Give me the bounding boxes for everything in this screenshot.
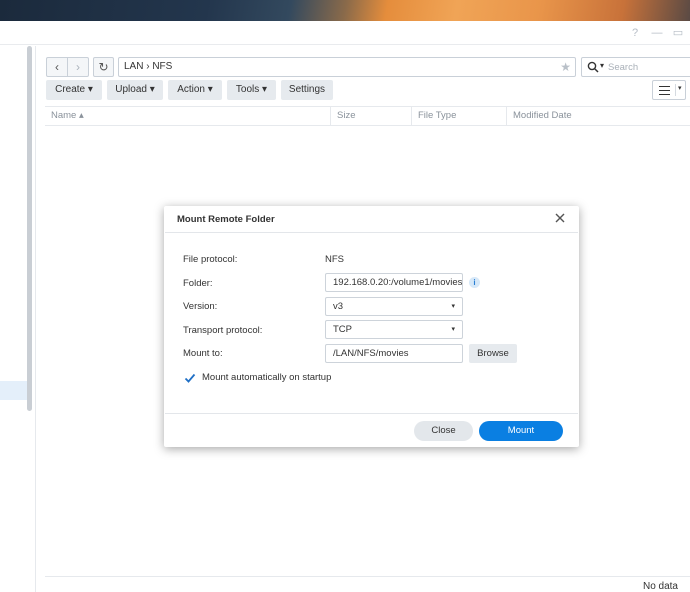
- star-icon[interactable]: ★: [560, 60, 571, 74]
- mount-button[interactable]: Mount: [479, 421, 563, 441]
- status-text: No data: [642, 581, 678, 592]
- refresh-button[interactable]: ↻: [93, 57, 114, 77]
- refresh-icon: ↻: [98, 60, 109, 74]
- status-bar: No data: [45, 576, 690, 592]
- view-mode-button[interactable]: ▾: [652, 80, 686, 100]
- version-label: Version:: [183, 301, 218, 312]
- list-view-icon: [659, 86, 670, 95]
- auto-mount-label[interactable]: Mount automatically on startup: [202, 372, 331, 383]
- chevron-down-icon: ▾: [678, 85, 682, 92]
- folder-field[interactable]: 192.168.0.20:/volume1/movies: [325, 273, 463, 292]
- search-icon: [587, 61, 599, 73]
- view-separator: [675, 84, 676, 96]
- column-modified-date[interactable]: Modified Date: [507, 107, 690, 126]
- create-button[interactable]: Create ▾: [46, 80, 102, 100]
- transport-protocol-value: TCP: [333, 324, 352, 335]
- search-box[interactable]: ▾ Search: [581, 57, 690, 77]
- back-button[interactable]: ‹: [46, 57, 68, 77]
- chevron-down-icon: ▾: [451, 303, 455, 310]
- chevron-right-icon: ›: [76, 60, 80, 74]
- transport-protocol-select[interactable]: TCP ▾: [325, 320, 463, 339]
- version-value: v3: [333, 301, 344, 312]
- path-bar[interactable]: LAN › NFS ★: [118, 57, 576, 77]
- tools-button[interactable]: Tools ▾: [227, 80, 276, 100]
- window-titlebar: ? — ▭: [0, 21, 690, 45]
- maximize-icon[interactable]: ▭: [670, 25, 686, 41]
- settings-button[interactable]: Settings: [281, 80, 333, 100]
- mount-to-label: Mount to:: [183, 348, 223, 359]
- file-protocol-label: File protocol:: [183, 254, 238, 265]
- close-button[interactable]: Close: [414, 421, 473, 441]
- dialog-title: Mount Remote Folder: [177, 214, 275, 225]
- forward-button[interactable]: ›: [67, 57, 89, 77]
- column-size[interactable]: Size: [331, 107, 412, 126]
- file-protocol-value: NFS: [325, 254, 344, 265]
- minimize-icon[interactable]: —: [649, 25, 665, 41]
- version-select[interactable]: v3 ▾: [325, 297, 463, 316]
- chevron-left-icon: ‹: [55, 60, 59, 74]
- chevron-down-icon: ▾: [451, 326, 455, 333]
- sidebar-selected-item[interactable]: [0, 381, 27, 400]
- column-name[interactable]: Name ▴: [45, 107, 331, 126]
- info-icon[interactable]: i: [469, 277, 480, 288]
- close-icon[interactable]: [553, 211, 567, 225]
- search-placeholder: Search: [608, 62, 639, 73]
- breadcrumb: LAN › NFS: [124, 61, 173, 72]
- file-list-header: Name ▴ Size File Type Modified Date: [45, 106, 690, 126]
- desktop-wallpaper: [0, 0, 690, 21]
- sidebar-scrollbar[interactable]: [27, 46, 32, 411]
- mount-remote-folder-dialog: Mount Remote Folder File protocol: NFS F…: [164, 206, 579, 447]
- dialog-divider-bottom: [165, 413, 578, 414]
- mount-to-field[interactable]: /LAN/NFS/movies: [325, 344, 463, 363]
- checkmark-icon[interactable]: [184, 372, 196, 384]
- dialog-divider-top: [165, 232, 578, 233]
- column-file-type[interactable]: File Type: [412, 107, 507, 126]
- browse-button[interactable]: Browse: [469, 344, 517, 363]
- help-icon[interactable]: ?: [627, 25, 643, 41]
- action-button[interactable]: Action ▾: [168, 80, 222, 100]
- transport-protocol-label: Transport protocol:: [183, 325, 263, 336]
- upload-button[interactable]: Upload ▾: [107, 80, 163, 100]
- folder-label: Folder:: [183, 278, 213, 289]
- chevron-down-icon: ▾: [600, 61, 605, 70]
